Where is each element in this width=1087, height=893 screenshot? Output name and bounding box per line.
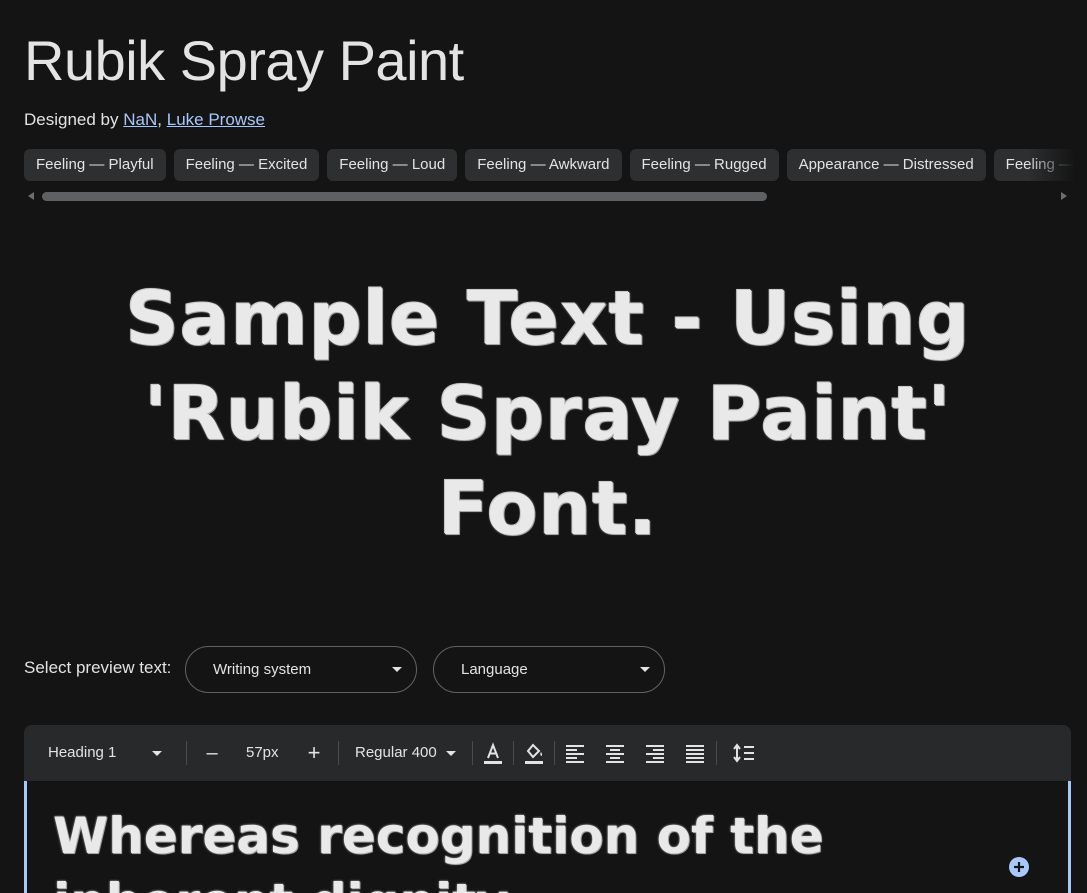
line-height-icon[interactable] bbox=[732, 741, 756, 765]
align-right-icon[interactable] bbox=[643, 741, 667, 765]
tag-chip[interactable]: Feeling — Playful bbox=[24, 149, 166, 181]
chevron-down-icon bbox=[392, 667, 402, 672]
text-color-icon[interactable] bbox=[481, 741, 505, 765]
designer-credits: Designed by NaN, Luke Prowse bbox=[24, 110, 265, 130]
designer-link-nan[interactable]: NaN bbox=[123, 110, 157, 129]
language-value: Language bbox=[461, 661, 528, 678]
increase-size-button[interactable]: + bbox=[304, 725, 324, 781]
font-specimen-page: Rubik Spray Paint Designed by NaN, Luke … bbox=[0, 0, 1087, 893]
writing-system-value: Writing system bbox=[213, 661, 312, 678]
decrease-size-button[interactable]: – bbox=[203, 725, 221, 781]
add-icon[interactable] bbox=[1009, 857, 1029, 877]
tag-chip[interactable]: Feeling — Rugged bbox=[629, 149, 779, 181]
tag-chip[interactable]: Feeling — Awkward bbox=[465, 149, 622, 181]
tag-chip[interactable]: Appearance — Distressed bbox=[786, 149, 986, 181]
editable-preview-area[interactable]: Whereas recognition of the inherent dign… bbox=[24, 781, 1071, 893]
font-weight-dropdown[interactable]: Regular 400 bbox=[355, 725, 459, 781]
font-size-value[interactable]: 57px bbox=[246, 725, 279, 781]
editor-toolbar: Heading 1 – 57px + Regular 400 bbox=[24, 725, 1071, 781]
sample-text-preview: Sample Text - Using 'Rubik Spray Paint' … bbox=[125, 276, 971, 552]
text-style-value: Heading 1 bbox=[48, 744, 117, 761]
scroll-left-icon[interactable] bbox=[28, 192, 34, 200]
tag-chip[interactable]: Feeling — Loud bbox=[327, 149, 458, 181]
toolbar-divider bbox=[513, 741, 514, 765]
toolbar-divider bbox=[472, 741, 473, 765]
toolbar-divider bbox=[338, 741, 339, 765]
chevron-down-icon bbox=[152, 751, 162, 756]
designer-link-luke-prowse[interactable]: Luke Prowse bbox=[167, 110, 265, 129]
scroll-thumb[interactable] bbox=[42, 192, 767, 201]
font-weight-value: Regular 400 bbox=[355, 744, 437, 761]
designed-by-label: Designed by bbox=[24, 110, 119, 129]
tag-list-fade bbox=[1027, 149, 1087, 181]
align-left-icon[interactable] bbox=[563, 741, 587, 765]
text-editor: Heading 1 – 57px + Regular 400 Whereas r… bbox=[24, 725, 1071, 893]
text-style-dropdown[interactable]: Heading 1 bbox=[48, 725, 166, 781]
tag-chip[interactable]: Feeling — Excited bbox=[173, 149, 320, 181]
tag-list: Feeling — Playful Feeling — Excited Feelin… bbox=[24, 149, 1087, 181]
align-justify-icon[interactable] bbox=[683, 741, 707, 765]
editable-preview-text[interactable]: Whereas recognition of the inherent dign… bbox=[53, 803, 1013, 893]
highlight-color-icon[interactable] bbox=[522, 741, 546, 765]
toolbar-divider bbox=[186, 741, 187, 765]
align-center-icon[interactable] bbox=[603, 741, 627, 765]
chevron-down-icon bbox=[446, 751, 456, 756]
preview-select-label: Select preview text: bbox=[24, 658, 172, 677]
tag-scrollbar[interactable] bbox=[24, 189, 1071, 203]
toolbar-divider bbox=[554, 741, 555, 765]
writing-system-select[interactable]: Writing system bbox=[185, 646, 417, 693]
language-select[interactable]: Language bbox=[433, 646, 665, 693]
chevron-down-icon bbox=[640, 667, 650, 672]
page-title: Rubik Spray Paint bbox=[24, 29, 464, 92]
toolbar-divider bbox=[716, 741, 717, 765]
scroll-right-icon[interactable] bbox=[1061, 192, 1067, 200]
designer-separator: , bbox=[157, 110, 162, 129]
